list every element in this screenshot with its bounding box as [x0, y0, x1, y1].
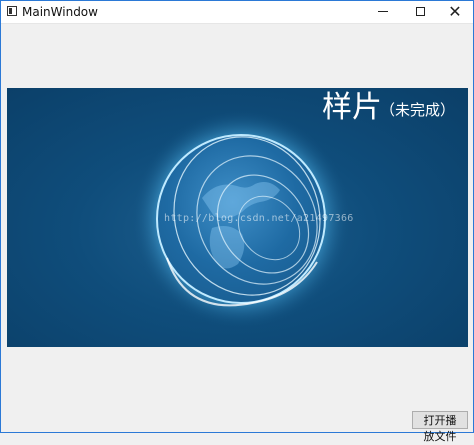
main-window: MainWindow ✕ 样片 （未完成） http://blog.csdn.n… — [0, 0, 474, 443]
overlay-subtitle: （未完成） — [380, 101, 456, 119]
minimize-button[interactable] — [365, 1, 401, 23]
maximize-icon — [416, 7, 425, 16]
window-title: MainWindow — [22, 5, 98, 19]
minimize-icon — [378, 11, 388, 12]
close-icon: ✕ — [448, 2, 462, 21]
video-display: 样片 （未完成） http://blog.csdn.net/a21497366 — [7, 88, 468, 347]
maximize-button[interactable] — [403, 1, 439, 23]
watermark-text: http://blog.csdn.net/a21497366 — [164, 213, 354, 224]
title-bar[interactable]: MainWindow ✕ — [1, 1, 473, 24]
open-file-button[interactable]: 打开播放文件 — [412, 411, 468, 443]
overlay-title: 样片 — [322, 90, 382, 125]
app-window-icon — [7, 6, 17, 16]
close-button[interactable]: ✕ — [437, 1, 473, 23]
